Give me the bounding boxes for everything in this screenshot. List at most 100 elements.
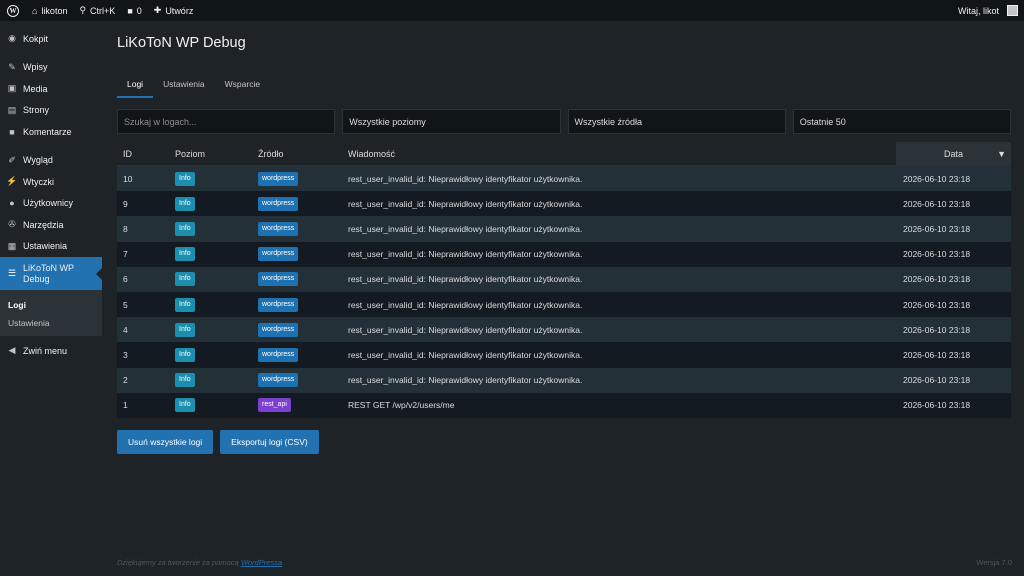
cell-id: 3 xyxy=(123,349,128,360)
site-name-link[interactable]: ⌂ likoton xyxy=(26,0,73,21)
table-row: 3 Info wordpress rest_user_invalid_id: Niep… xyxy=(117,342,1011,368)
tab-logi[interactable]: Logi xyxy=(117,76,154,98)
column-header-message[interactable]: Wiadomość xyxy=(342,149,896,159)
tab-ustawienia[interactable]: Ustawienia xyxy=(153,76,215,98)
main-content: LiKoToN WP Debug Logi Ustawienia Wsparci… xyxy=(102,21,1024,576)
command-palette-button[interactable]: ⚲ Ctrl+K xyxy=(73,0,121,21)
sidebar-item-strony[interactable]: ▤ Strony xyxy=(0,100,102,122)
footer-thanks: Dziękujemy za tworzenie za pomocą WordPr… xyxy=(117,558,284,567)
cell-source: wordpress xyxy=(252,373,342,388)
limit-filter-select[interactable]: Ostatnie 50 xyxy=(792,109,1011,134)
sidebar-item-label-line-1: LiKoToN WP xyxy=(23,262,75,273)
tab-bar: Logi Ustawienia Wsparcie xyxy=(117,76,270,98)
comment-icon: ■ xyxy=(9,126,15,137)
sidebar-item-label: Wpisy xyxy=(23,62,48,73)
avatar xyxy=(1007,5,1018,16)
footer-thanks-text: Dziękujemy za tworzenie za pomocą xyxy=(117,558,239,567)
sidebar-item-ustawienia[interactable]: ▦ Ustawienia xyxy=(0,236,102,258)
export-logs-csv-button[interactable]: Eksportuj logi (CSV) xyxy=(220,430,319,454)
level-badge: Info xyxy=(175,297,195,312)
site-name-label: likoton xyxy=(41,5,68,16)
cell-source: wordpress xyxy=(252,171,342,186)
level-badge: Info xyxy=(175,247,195,262)
account-menu[interactable]: Witaj, likot xyxy=(952,0,1024,21)
comment-bubble-icon: ■ xyxy=(127,5,133,16)
level-filter-select[interactable]: Wszystkie poziomy xyxy=(342,109,561,134)
admin-sidebar: ◉ Kokpit ✎ Wpisy ▣ Media ▤ Strony ■ Kome… xyxy=(0,21,102,576)
comments-link[interactable]: ■ 0 xyxy=(121,0,147,21)
page-title: LiKoToN WP Debug xyxy=(117,35,246,51)
column-header-id[interactable]: ID xyxy=(117,149,169,159)
cell-source: wordpress xyxy=(252,272,342,287)
sidebar-item-wtyczki[interactable]: ⚡ Wtyczki xyxy=(0,171,102,193)
cell-date: 2026-06-10 23:18 xyxy=(903,249,971,260)
table-row: 5 Info wordpress rest_user_invalid_id: Niep… xyxy=(117,291,1011,318)
source-badge: wordpress xyxy=(258,322,299,337)
sidebar-item-label: Strony xyxy=(23,105,50,116)
greeting-label: Witaj, likot xyxy=(957,5,999,16)
cell-message: rest_user_invalid_id: Nieprawidłowy iden… xyxy=(348,299,583,310)
collapse-arrow-icon: ◀ xyxy=(8,345,16,356)
sidebar-item-uzytkownicy[interactable]: ● Użytkownicy xyxy=(0,193,102,215)
source-badge: wordpress xyxy=(258,247,299,262)
submenu-item-ustawienia[interactable]: Ustawienia xyxy=(0,314,102,332)
wordpress-logo-menu[interactable]: W xyxy=(0,0,26,21)
column-header-source[interactable]: Źródło xyxy=(252,149,342,159)
cell-message: rest_user_invalid_id: Nieprawidłowy iden… xyxy=(348,274,583,285)
pin-icon: ✎ xyxy=(8,61,16,72)
sidebar-item-narzedzia[interactable]: ✇ Narzędzia xyxy=(0,214,102,236)
sidebar-item-likoton-debug[interactable]: ☰ LiKoToN WP Debug xyxy=(0,257,102,290)
sidebar-item-label: Użytkownicy xyxy=(23,198,74,209)
cell-id: 6 xyxy=(123,274,128,285)
tab-wsparcie[interactable]: Wsparcie xyxy=(215,76,270,98)
column-header-level[interactable]: Poziom xyxy=(169,149,252,159)
dashboard-icon: ◉ xyxy=(8,33,16,44)
cell-date: 2026-06-10 23:18 xyxy=(903,324,971,335)
table-row: 7 Info wordpress rest_user_invalid_id: Niep… xyxy=(117,241,1011,267)
cell-level: Info xyxy=(169,221,252,236)
level-badge: Info xyxy=(175,322,195,337)
cell-id: 9 xyxy=(123,198,128,209)
logs-table: ID Poziom Źródło Wiadomość Data ▼ 10 Info… xyxy=(117,141,1011,418)
sidebar-item-wyglad[interactable]: ✐ Wygląd xyxy=(0,150,102,172)
level-badge: Info xyxy=(175,196,195,211)
source-badge: wordpress xyxy=(258,221,299,236)
settings-icon: ▦ xyxy=(7,240,17,251)
cell-level: Info xyxy=(169,196,252,211)
sidebar-item-komentarze[interactable]: ■ Komentarze xyxy=(0,121,102,143)
new-content-menu[interactable]: ✚ Utwórz xyxy=(148,0,200,21)
delete-all-logs-button[interactable]: Usuń wszystkie logi xyxy=(117,430,214,454)
sidebar-item-wpisy[interactable]: ✎ Wpisy xyxy=(0,57,102,79)
source-filter-select[interactable]: Wszystkie źródła xyxy=(567,109,786,134)
table-row: 1 Info rest_api REST GET /wp/v2/users/me 202… xyxy=(117,392,1011,418)
actions-bar: Usuń wszystkie logi Eksportuj logi (CSV) xyxy=(117,430,319,454)
new-content-label: Utwórz xyxy=(165,5,194,16)
wordpress-link[interactable]: WordPressa xyxy=(241,558,282,567)
cell-message: rest_user_invalid_id: Nieprawidłowy iden… xyxy=(348,375,583,386)
cell-date: 2026-06-10 23:18 xyxy=(903,173,971,184)
footer-thanks-suffix: . xyxy=(282,558,285,567)
level-badge: Info xyxy=(175,221,195,236)
sidebar-item-label: Media xyxy=(23,83,48,94)
comments-count: 0 xyxy=(136,5,142,16)
log-search-input[interactable] xyxy=(117,109,336,134)
source-badge: wordpress xyxy=(258,347,299,362)
filter-bar: Wszystkie poziomy Wszystkie źródła Ostat… xyxy=(117,109,1011,134)
collapse-menu-button[interactable]: ◀ Zwiń menu xyxy=(0,340,102,362)
cell-level: Info xyxy=(169,398,252,413)
column-header-date[interactable]: Data ▼ xyxy=(896,141,1011,166)
cell-id: 5 xyxy=(123,299,128,310)
submenu-item-logi[interactable]: Logi xyxy=(0,296,102,314)
sidebar-item-label: Wtyczki xyxy=(23,176,54,187)
sidebar-item-label: Wygląd xyxy=(23,155,53,166)
level-badge: Info xyxy=(175,347,195,362)
cell-message: rest_user_invalid_id: Nieprawidłowy iden… xyxy=(348,249,583,260)
cell-date: 2026-06-10 23:18 xyxy=(903,375,971,386)
sidebar-item-kokpit[interactable]: ◉ Kokpit xyxy=(0,28,102,50)
table-row: 9 Info wordpress rest_user_invalid_id: Niep… xyxy=(117,191,1011,217)
source-badge: wordpress xyxy=(258,171,299,186)
sidebar-item-media[interactable]: ▣ Media xyxy=(0,78,102,100)
cell-level: Info xyxy=(169,347,252,362)
source-badge: wordpress xyxy=(258,373,299,388)
command-palette-label: Ctrl+K xyxy=(90,5,116,16)
